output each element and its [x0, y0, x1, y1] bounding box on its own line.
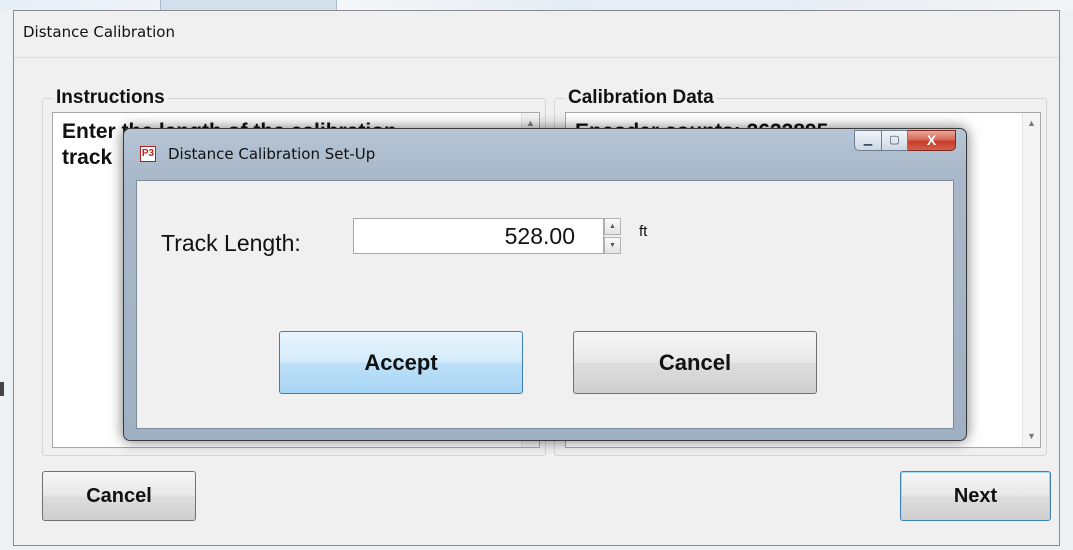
dialog-client-area: Track Length: ▲ ▼ ft Accept Cancel	[136, 180, 954, 429]
track-length-label: Track Length:	[161, 230, 301, 256]
title-separator	[14, 57, 1059, 58]
calibration-setup-dialog: P3 Distance Calibration Set-Up ▁ ▢ X Tra…	[123, 128, 967, 441]
p3-app-icon: P3	[140, 146, 156, 162]
unit-label: ft	[639, 223, 648, 240]
spin-down-icon[interactable]: ▼	[604, 237, 621, 254]
scroll-up-arrow-icon[interactable]: ▲	[1023, 115, 1040, 132]
scroll-down-arrow-icon[interactable]: ▼	[1023, 428, 1040, 445]
maximize-icon[interactable]: ▢	[882, 130, 908, 151]
dialog-title: Distance Calibration Set-Up	[168, 145, 376, 163]
background-tab	[160, 0, 337, 10]
next-button[interactable]: Next	[900, 471, 1051, 521]
background-window-strip	[0, 0, 1073, 10]
dialog-cancel-button[interactable]: Cancel	[573, 331, 817, 394]
calibration-data-scrollbar[interactable]: ▲ ▼	[1022, 113, 1040, 447]
caption-buttons: ▁ ▢ X	[854, 130, 956, 152]
track-length-stepper[interactable]: ▲ ▼	[604, 218, 621, 254]
background-menu-strip	[590, 0, 790, 10]
background-edge-mark	[0, 382, 4, 396]
accept-button[interactable]: Accept	[279, 331, 523, 394]
minimize-icon[interactable]: ▁	[854, 130, 882, 151]
track-length-input[interactable]	[353, 218, 604, 254]
spin-up-icon[interactable]: ▲	[604, 218, 621, 235]
cancel-button[interactable]: Cancel	[42, 471, 196, 521]
close-icon[interactable]: X	[908, 130, 956, 151]
instructions-legend: Instructions	[53, 87, 168, 109]
calibration-data-legend: Calibration Data	[565, 87, 717, 109]
window-title: Distance Calibration	[23, 23, 175, 41]
